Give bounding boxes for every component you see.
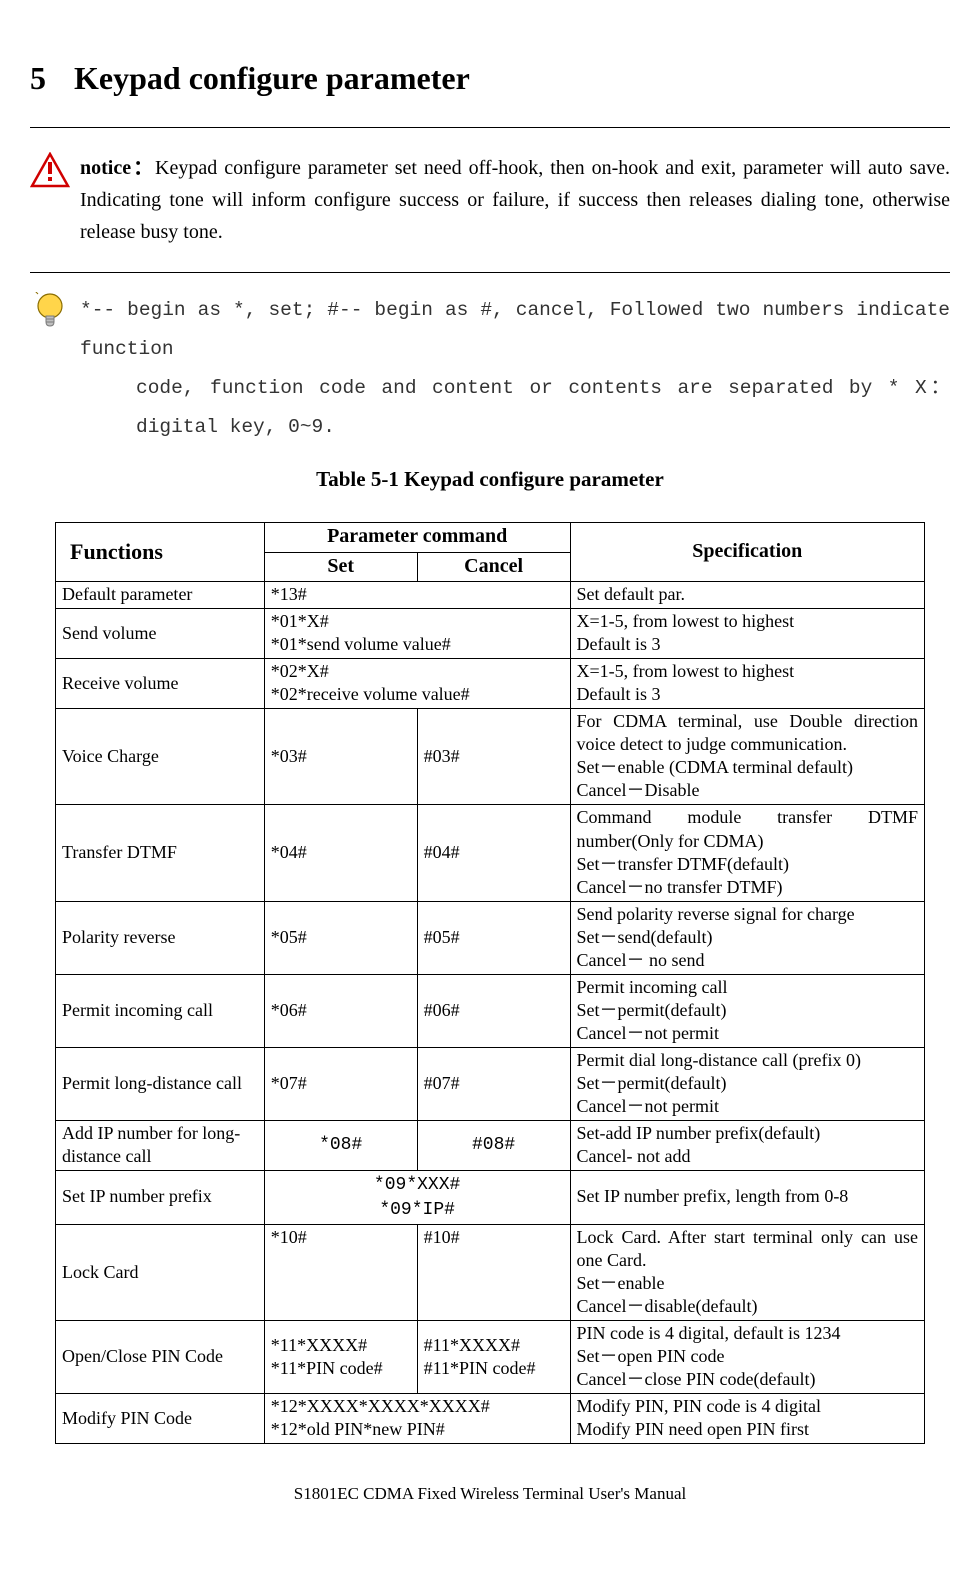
tip-line-2: code, function code and content or conte… bbox=[136, 369, 950, 447]
cell-set: *03# bbox=[264, 709, 417, 805]
cell-cancel: #11*XXXX##11*PIN code# bbox=[417, 1321, 570, 1394]
param-table: Functions Parameter command Specificatio… bbox=[55, 522, 925, 1444]
cell-function: Permit incoming call bbox=[56, 974, 265, 1047]
cell-spec: Modify PIN, PIN code is 4 digitalModify … bbox=[570, 1394, 924, 1444]
cell-function: Set IP number prefix bbox=[56, 1170, 265, 1224]
cell-spec: Permit incoming callSet－permit(default)C… bbox=[570, 974, 924, 1047]
table-row: Send volume*01*X#*01*send volume value#X… bbox=[56, 609, 925, 659]
th-set: Set bbox=[264, 552, 417, 582]
cell-function: Transfer DTMF bbox=[56, 805, 265, 901]
divider-bottom bbox=[30, 272, 950, 273]
cell-function: Send volume bbox=[56, 609, 265, 659]
notice-text: notice：Keypad configure parameter set ne… bbox=[80, 152, 950, 248]
cell-function: Voice Charge bbox=[56, 709, 265, 805]
warning-icon bbox=[30, 152, 70, 188]
cell-function: Lock Card bbox=[56, 1225, 265, 1321]
cell-cancel: #07# bbox=[417, 1047, 570, 1120]
cell-cancel: #08# bbox=[417, 1120, 570, 1170]
th-spec: Specification bbox=[570, 523, 924, 582]
table-header-row-1: Functions Parameter command Specificatio… bbox=[56, 523, 925, 553]
cell-set: *08# bbox=[264, 1120, 417, 1170]
cell-spec: X=1-5, from lowest to highestDefault is … bbox=[570, 659, 924, 709]
cell-function: Open/Close PIN Code bbox=[56, 1321, 265, 1394]
cell-function: Permit long-distance call bbox=[56, 1047, 265, 1120]
table-row: Polarity reverse*05##05#Send polarity re… bbox=[56, 901, 925, 974]
chapter-heading: 5 Keypad configure parameter bbox=[30, 60, 950, 97]
table-row: Receive volume*02*X#*02*receive volume v… bbox=[56, 659, 925, 709]
chapter-number: 5 bbox=[30, 60, 66, 97]
cell-spec: Command module transfer DTMF number(Only… bbox=[570, 805, 924, 901]
cell-function: Modify PIN Code bbox=[56, 1394, 265, 1444]
cell-cancel: #03# bbox=[417, 709, 570, 805]
cell-spec: Send polarity reverse signal for chargeS… bbox=[570, 901, 924, 974]
table-row: Voice Charge*03##03#For CDMA terminal, u… bbox=[56, 709, 925, 805]
tip-block: *-- begin as *, set; #-- begin as #, can… bbox=[30, 291, 950, 447]
cell-set-merged: *09*XXX#*09*IP# bbox=[264, 1170, 570, 1224]
cell-set-merged: *01*X#*01*send volume value# bbox=[264, 609, 570, 659]
cell-spec: Set-add IP number prefix(default)Cancel-… bbox=[570, 1120, 924, 1170]
table-row: Permit long-distance call*07##07#Permit … bbox=[56, 1047, 925, 1120]
notice-block: notice：Keypad configure parameter set ne… bbox=[30, 152, 950, 248]
tip-line-1: *-- begin as *, set; #-- begin as #, can… bbox=[80, 299, 950, 360]
notice-label: notice： bbox=[80, 157, 155, 179]
cell-cancel: #05# bbox=[417, 901, 570, 974]
cell-cancel: #04# bbox=[417, 805, 570, 901]
table-row: Transfer DTMF*04##04#Command module tran… bbox=[56, 805, 925, 901]
cell-set-merged: *13# bbox=[264, 582, 570, 609]
th-cancel: Cancel bbox=[417, 552, 570, 582]
table-row: Lock Card*10##10#Lock Card. After start … bbox=[56, 1225, 925, 1321]
notice-body: Keypad configure parameter set need off-… bbox=[80, 157, 950, 243]
cell-spec: X=1-5, from lowest to highestDefault is … bbox=[570, 609, 924, 659]
cell-set: *04# bbox=[264, 805, 417, 901]
tip-text: *-- begin as *, set; #-- begin as #, can… bbox=[80, 291, 950, 447]
cell-spec: Set default par. bbox=[570, 582, 924, 609]
cell-set: *07# bbox=[264, 1047, 417, 1120]
cell-set: *11*XXXX#*11*PIN code# bbox=[264, 1321, 417, 1394]
th-functions: Functions bbox=[56, 523, 265, 582]
chapter-title: Keypad configure parameter bbox=[74, 60, 470, 96]
cell-cancel: #06# bbox=[417, 974, 570, 1047]
page-root: 5 Keypad configure parameter notice：Keyp… bbox=[0, 0, 980, 1524]
page-footer: S1801EC CDMA Fixed Wireless Terminal Use… bbox=[30, 1484, 950, 1504]
table-row: Open/Close PIN Code*11*XXXX#*11*PIN code… bbox=[56, 1321, 925, 1394]
cell-spec: Lock Card. After start terminal only can… bbox=[570, 1225, 924, 1321]
cell-function: Polarity reverse bbox=[56, 901, 265, 974]
table-row: Set IP number prefix*09*XXX#*09*IP#Set I… bbox=[56, 1170, 925, 1224]
cell-spec: For CDMA terminal, use Double direction … bbox=[570, 709, 924, 805]
cell-set: *10# bbox=[264, 1225, 417, 1321]
cell-function: Default parameter bbox=[56, 582, 265, 609]
table-row: Default parameter*13#Set default par. bbox=[56, 582, 925, 609]
table-caption: Table 5-1 Keypad configure parameter bbox=[30, 467, 950, 492]
cell-spec: PIN code is 4 digital, default is 1234Se… bbox=[570, 1321, 924, 1394]
cell-cancel: #10# bbox=[417, 1225, 570, 1321]
table-row: Modify PIN Code*12*XXXX*XXXX*XXXX#*12*ol… bbox=[56, 1394, 925, 1444]
cell-set-merged: *12*XXXX*XXXX*XXXX#*12*old PIN*new PIN# bbox=[264, 1394, 570, 1444]
cell-set-merged: *02*X#*02*receive volume value# bbox=[264, 659, 570, 709]
cell-spec: Permit dial long-distance call (prefix 0… bbox=[570, 1047, 924, 1120]
table-row: Permit incoming call*06##06#Permit incom… bbox=[56, 974, 925, 1047]
th-param-cmd: Parameter command bbox=[264, 523, 570, 553]
cell-set: *05# bbox=[264, 901, 417, 974]
table-body: Default parameter*13#Set default par.Sen… bbox=[56, 582, 925, 1444]
cell-spec: Set IP number prefix, length from 0-8 bbox=[570, 1170, 924, 1224]
cell-function: Receive volume bbox=[56, 659, 265, 709]
lightbulb-icon bbox=[30, 291, 70, 335]
cell-set: *06# bbox=[264, 974, 417, 1047]
table-row: Add IP number for long-distance call*08#… bbox=[56, 1120, 925, 1170]
cell-function: Add IP number for long-distance call bbox=[56, 1120, 265, 1170]
